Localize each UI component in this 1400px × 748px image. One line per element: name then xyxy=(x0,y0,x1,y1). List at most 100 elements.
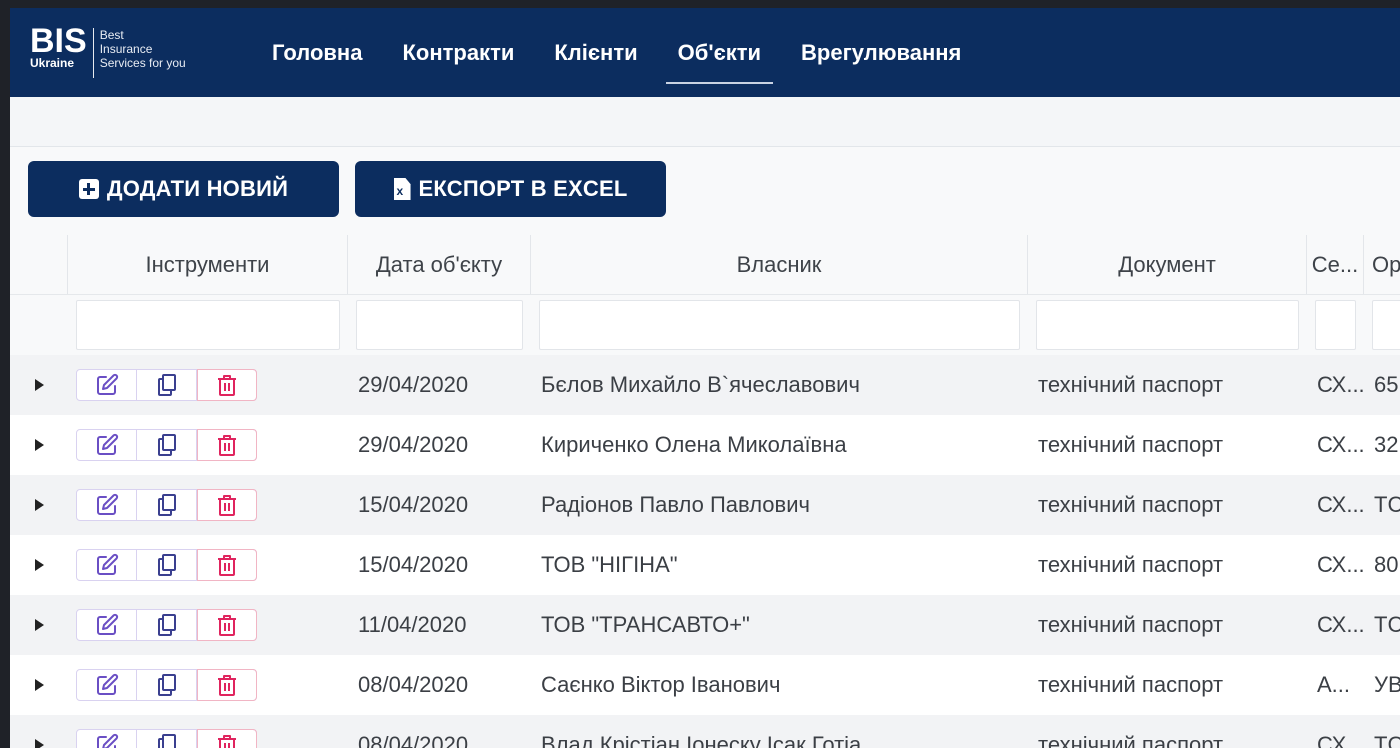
delete-button[interactable] xyxy=(197,429,257,461)
app-window: BIS Ukraine Best Insurance Services for … xyxy=(10,8,1400,748)
edit-button[interactable] xyxy=(77,670,137,700)
filter-or-input[interactable] xyxy=(1372,300,1400,350)
expand-toggle[interactable] xyxy=(10,415,68,475)
cell-object-date: 15/04/2020 xyxy=(358,492,469,517)
cell-series: СХ... xyxy=(1317,372,1364,397)
header-tools[interactable]: Інструменти xyxy=(68,235,348,294)
filter-spacer xyxy=(10,295,68,355)
filter-document-cell xyxy=(1028,295,1307,355)
header-document[interactable]: Документ xyxy=(1028,235,1307,294)
filter-tools-cell xyxy=(68,295,348,355)
export-excel-button[interactable]: x ЕКСПОРТ В EXCEL xyxy=(355,161,666,217)
table-row[interactable]: 29/04/2020 Кириченко Олена Миколаївна те… xyxy=(10,415,1400,475)
copy-button[interactable] xyxy=(137,370,197,400)
copy-icon xyxy=(157,614,176,636)
filter-owner-input[interactable] xyxy=(539,300,1020,350)
nav-objects[interactable]: Об'єкти xyxy=(665,8,774,97)
delete-button[interactable] xyxy=(197,549,257,581)
delete-button[interactable] xyxy=(197,669,257,701)
cell-series: СХ... xyxy=(1317,432,1364,457)
filter-series-input[interactable] xyxy=(1315,300,1356,350)
export-excel-label: ЕКСПОРТ В EXCEL xyxy=(418,176,628,201)
table-row[interactable]: 29/04/2020 Бєлов Михайло В`ячеславович т… xyxy=(10,355,1400,415)
copy-icon xyxy=(157,734,176,748)
nav-contracts[interactable]: Контракти xyxy=(402,8,514,97)
row-tools-group xyxy=(76,489,257,521)
filter-document-input[interactable] xyxy=(1036,300,1299,350)
expand-toggle[interactable] xyxy=(10,655,68,715)
row-tools-group xyxy=(76,429,257,461)
delete-button[interactable] xyxy=(197,729,257,748)
cell-object-date: 08/04/2020 xyxy=(358,672,469,697)
copy-button[interactable] xyxy=(137,430,197,460)
grid-header-row: Інструменти Дата об'єкту Власник Докумен… xyxy=(10,235,1400,295)
copy-icon xyxy=(157,374,176,396)
header-series[interactable]: Се... xyxy=(1307,235,1364,294)
copy-button[interactable] xyxy=(137,490,197,520)
top-navbar: BIS Ukraine Best Insurance Services for … xyxy=(10,8,1400,97)
expand-toggle[interactable] xyxy=(10,535,68,595)
header-or[interactable]: Ор xyxy=(1364,235,1400,294)
nav-clients[interactable]: Клієнти xyxy=(554,8,637,97)
cell-document: технічний паспорт xyxy=(1038,552,1224,577)
edit-icon xyxy=(96,553,118,575)
caret-right-icon xyxy=(34,499,44,511)
cell-or: УВ xyxy=(1374,672,1400,697)
expand-toggle[interactable] xyxy=(10,595,68,655)
header-owner[interactable]: Власник xyxy=(531,235,1028,294)
bis-logo[interactable]: BIS Ukraine Best Insurance Services for … xyxy=(30,24,186,78)
excel-file-icon: x xyxy=(393,178,411,200)
filter-tools-input[interactable] xyxy=(76,300,340,350)
table-row[interactable]: 08/04/2020 Влад Крістіан Іонеску Ісак Го… xyxy=(10,715,1400,748)
copy-button[interactable] xyxy=(137,730,197,748)
edit-icon xyxy=(96,493,118,515)
cell-document: технічний паспорт xyxy=(1038,612,1224,637)
cell-series: А... xyxy=(1317,672,1351,697)
filter-date-cell xyxy=(348,295,531,355)
row-tools-group xyxy=(76,369,257,401)
table-row[interactable]: 11/04/2020 ТОВ "ТРАНСАВТО+" технічний па… xyxy=(10,595,1400,655)
row-tools-group xyxy=(76,609,257,641)
row-tools-group xyxy=(76,549,257,581)
cell-object-date: 15/04/2020 xyxy=(358,552,469,577)
expand-toggle[interactable] xyxy=(10,355,68,415)
cell-or: 65 xyxy=(1374,372,1399,397)
table-row[interactable]: 08/04/2020 Саєнко Віктор Іванович техніч… xyxy=(10,655,1400,715)
delete-button[interactable] xyxy=(197,609,257,641)
filter-or-cell xyxy=(1364,295,1400,355)
row-tools-group xyxy=(76,669,257,701)
expand-toggle[interactable] xyxy=(10,715,68,748)
edit-button[interactable] xyxy=(77,490,137,520)
filter-owner-cell xyxy=(531,295,1028,355)
edit-icon xyxy=(96,373,118,395)
delete-button[interactable] xyxy=(197,369,257,401)
row-tools-cell xyxy=(68,415,348,475)
edit-button[interactable] xyxy=(77,430,137,460)
expand-toggle[interactable] xyxy=(10,475,68,535)
filter-date-input[interactable] xyxy=(356,300,523,350)
copy-button[interactable] xyxy=(137,550,197,580)
grid-body: 29/04/2020 Бєлов Михайло В`ячеславович т… xyxy=(10,355,1400,748)
plus-square-icon xyxy=(78,179,99,199)
add-new-button[interactable]: ДОДАТИ НОВИЙ xyxy=(28,161,339,217)
cell-series: СХ... xyxy=(1317,552,1364,577)
edit-button[interactable] xyxy=(77,550,137,580)
cell-series: СХ... xyxy=(1317,492,1364,517)
filter-series-cell xyxy=(1307,295,1364,355)
delete-icon xyxy=(218,615,236,636)
caret-right-icon xyxy=(34,379,44,391)
copy-button[interactable] xyxy=(137,670,197,700)
table-row[interactable]: 15/04/2020 Радіонов Павло Павлович техні… xyxy=(10,475,1400,535)
cell-series: СХ... xyxy=(1317,612,1364,637)
delete-button[interactable] xyxy=(197,489,257,521)
nav-settlement[interactable]: Врегулювання xyxy=(801,8,961,97)
header-object-date[interactable]: Дата об'єкту xyxy=(348,235,531,294)
copy-button[interactable] xyxy=(137,610,197,640)
nav-home[interactable]: Головна xyxy=(272,8,362,97)
edit-button[interactable] xyxy=(77,370,137,400)
edit-button[interactable] xyxy=(77,730,137,748)
table-row[interactable]: 15/04/2020 ТОВ "НІГІНА" технічний паспор… xyxy=(10,535,1400,595)
cell-or: 80 xyxy=(1374,552,1399,577)
row-tools-group xyxy=(76,729,257,748)
edit-button[interactable] xyxy=(77,610,137,640)
